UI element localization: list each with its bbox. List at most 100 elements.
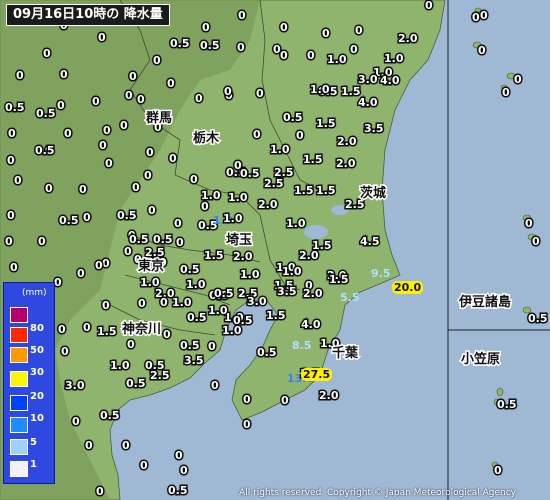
- station-value: 0: [139, 459, 150, 473]
- station-value: 0: [123, 245, 134, 259]
- station-value: 4.0: [379, 74, 401, 88]
- station-value: 0: [95, 485, 106, 499]
- legend-label: 20: [30, 391, 44, 402]
- station-value: 0: [97, 31, 108, 45]
- place-izu-islands: 伊豆諸島: [457, 294, 512, 312]
- station-value: 4.5: [359, 235, 381, 249]
- station-value: 0: [82, 321, 93, 335]
- station-value: 0.5: [116, 209, 138, 223]
- station-value: 1.5: [96, 325, 118, 339]
- station-value: 0.5: [282, 111, 304, 125]
- station-value: 0: [252, 128, 263, 142]
- station-value: 0: [7, 127, 18, 141]
- station-value: 0: [175, 236, 186, 250]
- station-value: 3.0: [246, 295, 268, 309]
- station-value: 0: [168, 152, 179, 166]
- station-value: 0: [76, 267, 87, 281]
- station-value: 3.0: [357, 73, 379, 87]
- station-value: 0: [306, 49, 317, 63]
- station-value: 0: [53, 276, 64, 290]
- station-value: 0: [200, 200, 211, 214]
- legend-label: 1: [30, 459, 37, 470]
- station-value: 0: [4, 235, 15, 249]
- station-value: 0: [91, 95, 102, 109]
- map-title: 09月16日10時の 降水量: [6, 4, 170, 26]
- place-chiba: 千葉: [330, 345, 359, 363]
- station-value: 0: [124, 89, 135, 103]
- station-value: 2.0: [318, 389, 340, 403]
- station-value: 4.0: [357, 96, 379, 110]
- station-value: 0: [102, 124, 113, 138]
- legend-swatch: [10, 439, 28, 455]
- station-value: 0: [179, 464, 190, 478]
- station-value: 0: [101, 299, 112, 313]
- station-value: 0: [477, 44, 488, 58]
- station-value: 0.5: [179, 263, 201, 277]
- station-value: 0: [354, 24, 365, 38]
- station-value: 1.5: [265, 309, 287, 323]
- station-value: 0: [479, 9, 490, 23]
- station-value: 2.0: [335, 157, 357, 171]
- station-value: 0.5: [167, 484, 189, 498]
- station-value: 5.5: [340, 291, 360, 304]
- lake-kasumigaura: [304, 225, 328, 239]
- station-value: 1.0: [326, 53, 348, 67]
- station-value: 0.5: [128, 233, 150, 247]
- station-value: 1.5: [315, 184, 337, 198]
- station-value: 0: [121, 439, 132, 453]
- place-gunma: 群馬: [144, 110, 173, 128]
- station-value: 0.5: [125, 377, 147, 391]
- station-value: 0: [136, 93, 147, 107]
- station-value: 1.0: [185, 278, 207, 292]
- station-value: 0: [210, 379, 221, 393]
- station-value: 0: [501, 86, 512, 100]
- station-value: 3.5: [363, 122, 385, 136]
- place-ogasawara: 小笠原: [459, 351, 501, 369]
- station-value: 0: [189, 173, 200, 187]
- station-value: 0: [6, 154, 17, 168]
- station-value: 0: [295, 129, 306, 143]
- station-value: 0: [279, 49, 290, 63]
- station-value: 0: [131, 181, 142, 195]
- station-value: 0: [513, 73, 524, 87]
- station-value: 1.5: [293, 184, 315, 198]
- station-value: 1.0: [285, 217, 307, 231]
- station-value: 1.0: [269, 143, 291, 157]
- station-value: 0: [152, 54, 163, 68]
- station-value: 2.0: [257, 198, 279, 212]
- station-value: 0: [255, 87, 266, 101]
- legend-label: 5: [30, 437, 37, 448]
- station-value: 0: [137, 297, 148, 311]
- station-value: 1.0: [309, 83, 331, 97]
- station-value: 1.0: [200, 189, 222, 203]
- station-value: 0: [128, 70, 139, 84]
- terrain-map: [0, 0, 550, 500]
- station-value: 0: [101, 257, 112, 271]
- station-value: 0: [524, 217, 535, 231]
- station-value: 0: [94, 259, 105, 273]
- station-value: 1.0: [281, 265, 303, 279]
- station-value: 0: [349, 43, 360, 57]
- station-value: 0: [147, 204, 158, 218]
- station-value: 0: [9, 261, 20, 275]
- legend-swatch: [10, 461, 28, 477]
- legend-swatch: [10, 371, 28, 387]
- station-value: 0: [237, 9, 248, 23]
- precipitation-map: 09月16日10時の 降水量 群馬 栃木 茨城 埼玉 東京 神奈川 千葉 伊豆諸…: [0, 0, 550, 500]
- station-value: 0: [223, 85, 234, 99]
- station-value: 0.5: [179, 339, 201, 353]
- station-value: 0.5: [58, 214, 80, 228]
- station-value: 0.5: [213, 287, 235, 301]
- legend-label: 80: [30, 323, 44, 334]
- station-value: 2.0: [302, 287, 324, 301]
- rain-legend: (mm) 80 50 30 20 10 5 1: [3, 282, 55, 484]
- station-value: 1.5: [328, 273, 350, 287]
- station-value: 0.5: [169, 37, 191, 51]
- station-value: 0: [78, 183, 89, 197]
- station-value: 1.0: [383, 52, 405, 66]
- station-value: 2.0: [397, 32, 419, 46]
- station-value: 0: [84, 439, 95, 453]
- station-value: 1.5: [311, 239, 333, 253]
- copyright-text: All rights reserved. Copyright © Japan M…: [239, 488, 516, 498]
- station-value: 0: [280, 394, 291, 408]
